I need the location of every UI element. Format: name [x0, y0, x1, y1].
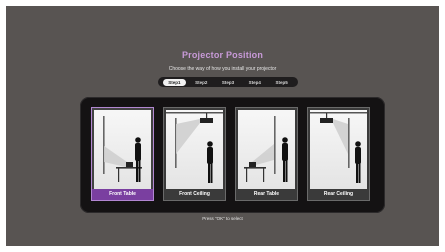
option-rear-ceiling[interactable]: Rear Ceiling [307, 107, 370, 201]
step-indicator: Step1 Step2 Step3 Step4 Step5 [158, 77, 298, 87]
option-front-ceiling[interactable]: Front Ceiling [163, 107, 226, 201]
select-hint: Press "OK" to select [202, 216, 243, 221]
page-title: Projector Position [181, 50, 264, 60]
page-subtitle: Choose the way of how you install your p… [168, 66, 277, 72]
step-5: Step5 [275, 79, 288, 85]
options-panel: Front Table Front Ceiling Rear Table Rea… [80, 97, 385, 213]
rear-table-illustration [238, 110, 295, 189]
step-3: Step3 [221, 79, 235, 85]
front-table-illustration [94, 110, 151, 189]
step-1: Step1 [163, 78, 186, 86]
rear-ceiling-illustration [310, 110, 367, 189]
step-4: Step4 [248, 79, 261, 85]
step-2: Step2 [195, 79, 208, 85]
option-label: Rear Table [253, 191, 280, 197]
option-label: Front Table [92, 189, 153, 200]
option-front-table[interactable]: Front Table [91, 107, 154, 201]
front-ceiling-illustration [166, 110, 223, 189]
option-rear-table[interactable]: Rear Table [235, 107, 298, 201]
screen: Projector Position Choose the way of how… [6, 6, 439, 246]
option-label: Rear Ceiling [323, 191, 354, 197]
option-label: Front Ceiling [179, 191, 210, 197]
